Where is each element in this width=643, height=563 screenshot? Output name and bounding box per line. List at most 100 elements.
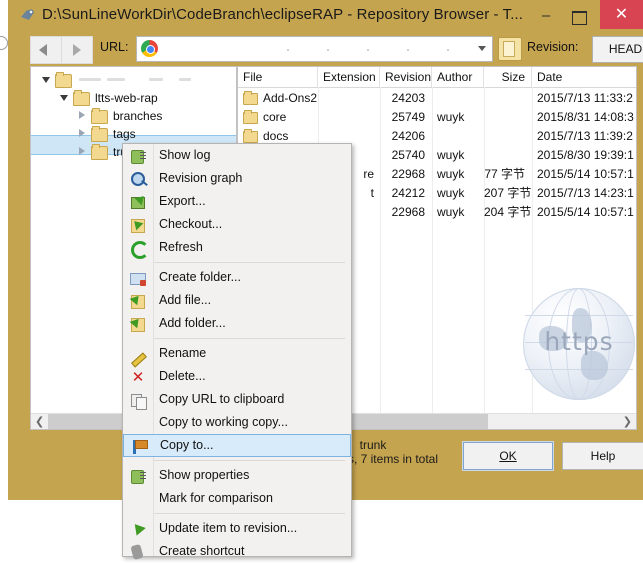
watermark-text: https [544, 327, 614, 356]
menu-item-add-folder[interactable]: Add folder... [123, 312, 351, 335]
delete-x-icon: ✕ [131, 368, 145, 386]
cell-size: 204 字节 [484, 205, 532, 219]
chevron-down-icon[interactable] [478, 46, 486, 51]
menu-item-label: Rename [159, 346, 207, 360]
column-header-revision[interactable]: Revision [380, 67, 432, 87]
file-list-header: File Extension Revision Author Size Date [238, 67, 636, 88]
collapse-triangle-icon[interactable] [79, 147, 85, 155]
column-header-size[interactable]: Size [484, 67, 532, 87]
revision-picker-icon[interactable] [498, 37, 522, 61]
menu-item-label: Update item to revision... [159, 521, 298, 535]
show-log-icon [130, 148, 146, 164]
cell-revision: 24203 [391, 91, 425, 105]
scroll-right-icon[interactable]: ❯ [623, 415, 632, 428]
folder-icon [91, 126, 108, 142]
tree-item-label: branches [113, 109, 163, 123]
menu-item-checkout[interactable]: Checkout... [123, 213, 351, 236]
window-title: D:\SunLineWorkDir\CodeBranch\eclipseRAP … [42, 6, 524, 23]
chrome-icon [141, 40, 158, 57]
menu-item-label: Delete... [159, 369, 206, 383]
cell-revision: 24212 [391, 186, 425, 200]
menu-item-create-folder[interactable]: Create folder... [123, 266, 351, 289]
menu-item-update-item-to-revision[interactable]: Update item to revision... [123, 517, 351, 540]
create-folder-icon [130, 270, 146, 286]
revision-label: Revision: [527, 40, 579, 54]
menu-item-copy-url-to-clipboard[interactable]: Copy URL to clipboard [123, 388, 351, 411]
back-button[interactable] [30, 36, 62, 64]
menu-item-label: Checkout... [159, 217, 223, 231]
menu-item-label: Copy URL to clipboard [159, 392, 285, 406]
redacted-text [179, 78, 191, 81]
tree-item-tags[interactable]: tags [31, 125, 236, 143]
forward-button[interactable] [61, 36, 93, 64]
ok-button-label: OK [499, 449, 517, 463]
menu-item-label: Refresh [159, 240, 203, 254]
folder-icon [91, 108, 108, 124]
context-menu[interactable]: Show log Revision graph Export... Checko… [122, 143, 352, 561]
column-header-extension[interactable]: Extension [318, 67, 380, 87]
menu-item-export[interactable]: Export... [123, 190, 351, 213]
refresh-icon [130, 240, 149, 259]
table-row[interactable]: Add-Ons2 24203 2015/7/13 11:33:2 [238, 89, 636, 108]
menu-item-copy-to-working-copy[interactable]: Copy to working copy... [123, 411, 351, 434]
folder-icon [243, 110, 258, 124]
title-bar: D:\SunLineWorkDir\CodeBranch\eclipseRAP … [8, 0, 643, 33]
menu-item-refresh[interactable]: Refresh [123, 236, 351, 259]
close-button[interactable]: ✕ [600, 0, 643, 29]
arrow-left-icon [39, 44, 47, 56]
checkout-icon [130, 217, 146, 233]
menu-item-revision-graph[interactable]: Revision graph [123, 167, 351, 190]
maximize-icon [571, 11, 587, 25]
expand-triangle-icon[interactable] [60, 95, 68, 101]
url-input[interactable] [136, 36, 493, 62]
menu-item-copy-to[interactable]: Copy to... [123, 434, 351, 457]
menu-item-label: Copy to... [160, 438, 214, 452]
menu-item-label: Show log [159, 148, 211, 162]
cell-author [432, 89, 484, 108]
cell-date: 2015/7/13 11:39:2 [537, 129, 633, 143]
menu-item-show-properties[interactable]: Show properties [123, 464, 351, 487]
column-header-date[interactable]: Date [532, 67, 636, 87]
tree-item-branches[interactable]: branches [31, 107, 236, 125]
maximize-button[interactable] [566, 7, 592, 27]
menu-item-rename[interactable]: Rename [123, 342, 351, 368]
menu-item-show-log[interactable]: Show log [123, 144, 351, 167]
menu-item-delete[interactable]: ✕ Delete... [123, 365, 351, 388]
cell-date: 2015/7/13 14:23:1 [537, 186, 634, 200]
ok-button[interactable]: OK [462, 441, 554, 471]
menu-item-mark-for-comparison[interactable]: Mark for comparison [123, 487, 351, 510]
column-header-author[interactable]: Author [432, 67, 484, 87]
tree-item-ltts-web-rap[interactable]: ltts-web-rap [31, 89, 236, 107]
minimize-button[interactable]: – [533, 6, 559, 26]
expand-triangle-icon[interactable] [42, 77, 50, 83]
cell-date: 2015/7/13 11:33:2 [537, 91, 633, 105]
cell-date: 2015/5/14 10:57:1 [537, 167, 634, 181]
menu-item-label: Create folder... [159, 270, 241, 284]
export-icon [130, 192, 148, 210]
help-button[interactable]: Help [562, 442, 643, 470]
url-value-redacted [287, 49, 487, 51]
tree-item-root[interactable] [31, 71, 236, 89]
collapse-triangle-icon[interactable] [79, 129, 85, 137]
revision-head-button[interactable]: HEAD [592, 36, 643, 63]
menu-separator [131, 262, 345, 263]
repository-browser-icon [20, 8, 36, 22]
scroll-left-icon[interactable]: ❮ [35, 415, 44, 428]
cell-size [484, 127, 532, 146]
redacted-text [107, 78, 125, 81]
add-folder-icon [129, 315, 146, 332]
table-row[interactable]: core 25749 wuyk 2015/8/31 14:08:3 [238, 108, 636, 127]
close-icon: ✕ [614, 6, 629, 23]
menu-item-add-file[interactable]: Add file... [123, 289, 351, 312]
folder-icon [73, 90, 90, 106]
cell-size [484, 146, 532, 165]
cell-size [484, 108, 532, 127]
cell-extension [318, 89, 380, 108]
screen-root: D:\SunLineWorkDir\CodeBranch\eclipseRAP … [0, 0, 643, 562]
arrow-right-icon [73, 44, 81, 56]
folder-icon [55, 72, 72, 88]
column-header-file[interactable]: File [238, 67, 318, 87]
collapse-triangle-icon[interactable] [79, 111, 85, 119]
menu-item-label: Copy to working copy... [159, 415, 288, 429]
menu-item-create-shortcut[interactable]: Create shortcut [123, 540, 351, 563]
